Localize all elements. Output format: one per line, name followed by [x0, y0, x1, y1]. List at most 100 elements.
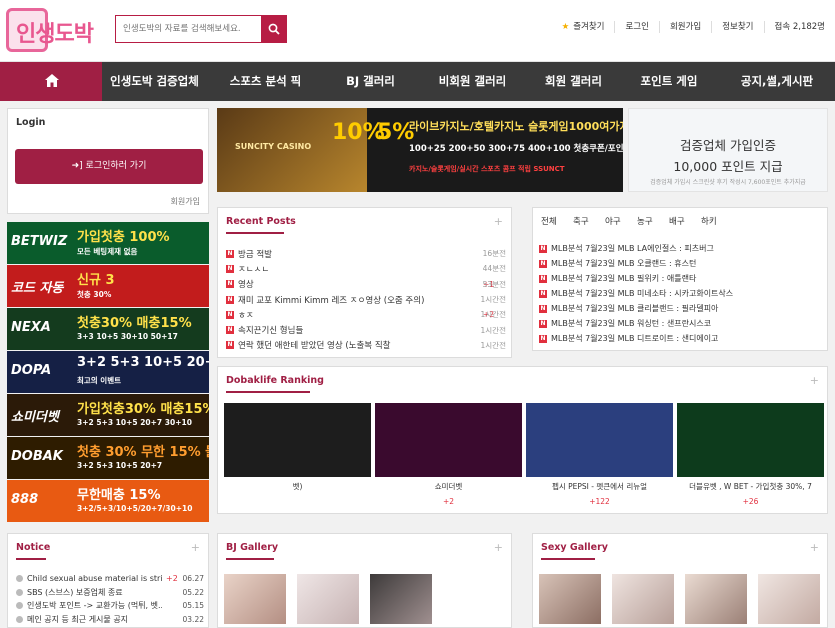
post-title[interactable]: 속지끈기신 형님들: [238, 324, 303, 336]
nav-tab-point-game[interactable]: 포인트 게임: [619, 62, 719, 101]
promo-banner[interactable]: BETWIZ가입첫충 100%모든 베팅제재 없음: [7, 222, 209, 264]
analysis-title[interactable]: MLB분석 7월23일 MLB 필위키 : 애틀랜타: [551, 273, 696, 284]
gallery-thumbnail[interactable]: [685, 574, 747, 624]
sport-tab[interactable]: 야구: [605, 215, 637, 227]
ranking-caption[interactable]: 쇼미더벳: [375, 481, 522, 492]
post-title[interactable]: 재미 교포 Kimmi Kimm 레즈 ㅈㅇ영상 (오줌 주의): [238, 294, 424, 306]
recent-posts-title[interactable]: Recent Posts: [226, 216, 296, 227]
recent-post-item[interactable]: Nㅎㅈ+21시간전: [226, 307, 506, 322]
title-underline: [16, 558, 46, 560]
ranking-thumbnail[interactable]: [224, 403, 371, 477]
ranking-caption[interactable]: 벳): [224, 481, 371, 492]
sport-tab[interactable]: 축구: [573, 215, 605, 227]
recent-post-item[interactable]: N속지끈기신 형님들1시간전: [226, 322, 506, 337]
nav-tab-bj-gallery[interactable]: BJ 갤러리: [324, 62, 417, 101]
verification-promo-banner[interactable]: 검증업체 가입인증 10,000 포인트 지급 검증업체 가입시 스크린샷 후기…: [628, 108, 828, 192]
search-input[interactable]: [116, 16, 262, 42]
more-plus-icon[interactable]: +: [191, 541, 200, 554]
promo-banner[interactable]: 888무한매충 15%3+2/5+3/10+5/20+7/30+10: [7, 480, 209, 522]
ranking-item[interactable]: 쇼미더벳+2: [375, 403, 522, 506]
post-title[interactable]: ㅎㅈ: [238, 309, 254, 321]
ranking-item[interactable]: 더블유벳 , W BET - 가입첫충 30%, 7+26: [677, 403, 824, 506]
nav-tab-notice-board[interactable]: 공지,썰,게시판: [719, 62, 835, 101]
ranking-item[interactable]: 펩시 PEPSI - 펫큰에서 리뉴얼+122: [526, 403, 673, 506]
analysis-title[interactable]: MLB분석 7월23일 MLB 워싱턴 : 샌프란시스코: [551, 318, 711, 329]
sport-tab[interactable]: 배구: [669, 215, 701, 227]
promo-banner[interactable]: NEXA첫충30% 매충15%3+3 10+5 30+10 50+17: [7, 308, 209, 350]
analysis-title[interactable]: MLB분석 7월23일 MLB 오클랜드 : 휴스턴: [551, 258, 696, 269]
sport-tab[interactable]: 하키: [701, 215, 733, 227]
analysis-item[interactable]: NMLB분석 7월23일 MLB LA에인절스 : 피츠버그: [539, 241, 824, 256]
sexy-gallery-title[interactable]: Sexy Gallery: [541, 542, 608, 553]
notice-date: 03.22: [183, 615, 204, 624]
top-casino-banner[interactable]: SUNCITY CASINO 10% 5% 라이브카지노/호텔카지노 슬롯게임1…: [217, 108, 623, 192]
home-button[interactable]: [0, 62, 102, 101]
signup-link[interactable]: 회원가입: [659, 21, 711, 33]
notice-title-text[interactable]: 인생도박 포인트 -> 교환가능 (먹튀, 벳...: [27, 600, 162, 611]
post-title[interactable]: ㅈㄴㅅㄴ: [238, 263, 269, 275]
notice-title[interactable]: Notice: [16, 542, 50, 553]
post-title[interactable]: 방금 적발: [238, 248, 272, 260]
ranking-title[interactable]: Dobaklife Ranking: [226, 375, 324, 386]
notice-title-text[interactable]: 메인 공지 등 최근 게시물 공지: [27, 614, 128, 625]
analysis-item[interactable]: NMLB분석 7월23일 MLB 필위키 : 애틀랜타: [539, 271, 824, 286]
analysis-title[interactable]: MLB분석 7월23일 MLB 클리블랜드 : 필라델피아: [551, 303, 718, 314]
analysis-item[interactable]: NMLB분석 7월23일 MLB 클리블랜드 : 필라델피아: [539, 301, 824, 316]
recent-post-item[interactable]: N방금 적발16분전: [226, 246, 506, 261]
bookmark-link[interactable]: ★즐겨찾기: [552, 21, 615, 33]
more-plus-icon[interactable]: +: [810, 374, 819, 387]
ranking-item[interactable]: 벳): [224, 403, 371, 506]
recent-post-item[interactable]: Nㅈㄴㅅㄴ44분전: [226, 261, 506, 276]
notice-item[interactable]: SBS (스브스) 보증업체 종료05.22: [16, 586, 204, 600]
analysis-item[interactable]: NMLB분석 7월23일 MLB 디트로이트 : 샌디에이고: [539, 331, 824, 346]
ranking-caption[interactable]: 더블유벳 , W BET - 가입첫충 30%, 7: [677, 481, 824, 492]
banner-brand: DOBAK: [11, 449, 63, 464]
gallery-thumbnail[interactable]: [758, 574, 820, 624]
analysis-title[interactable]: MLB분석 7월23일 MLB 미네소타 : 시카고화이트삭스: [551, 288, 733, 299]
ranking-thumbnail[interactable]: [375, 403, 522, 477]
gallery-thumbnail[interactable]: [539, 574, 601, 624]
ranking-caption[interactable]: 펩시 PEPSI - 펫큰에서 리뉴얼: [526, 481, 673, 492]
analysis-item[interactable]: NMLB분석 7월23일 MLB 미네소타 : 시카고화이트삭스: [539, 286, 824, 301]
notice-item[interactable]: Child sexual abuse material is stri+206.…: [16, 572, 204, 586]
sport-tab[interactable]: 전체: [541, 215, 573, 227]
gallery-thumbnail[interactable]: [297, 574, 359, 624]
notice-item[interactable]: 인생도박 포인트 -> 교환가능 (먹튀, 벳...05.15: [16, 599, 204, 613]
promo-banner[interactable]: 코드 자동신규 3첫충 30%: [7, 265, 209, 307]
nav-tab-verified[interactable]: 인생도박 검증업체: [102, 62, 207, 101]
notice-item[interactable]: 메인 공지 등 최근 게시물 공지 03.22: [16, 613, 204, 627]
recent-post-item[interactable]: N영상+153분전: [226, 277, 506, 292]
ranking-thumbnail[interactable]: [526, 403, 673, 477]
more-plus-icon[interactable]: +: [494, 215, 503, 228]
sport-tab[interactable]: 농구: [637, 215, 669, 227]
analysis-title[interactable]: MLB분석 7월23일 MLB LA에인절스 : 피츠버그: [551, 243, 714, 254]
login-button[interactable]: ➜] 로그인하러 가기: [15, 149, 203, 184]
notice-title-text[interactable]: Child sexual abuse material is stri: [27, 574, 162, 583]
analysis-item[interactable]: NMLB분석 7월23일 MLB 오클랜드 : 휴스턴: [539, 256, 824, 271]
login-link[interactable]: 로그인: [614, 21, 658, 33]
find-info-link[interactable]: 정보찾기: [711, 21, 763, 33]
analysis-title[interactable]: MLB분석 7월23일 MLB 디트로이트 : 샌디에이고: [551, 333, 718, 344]
nav-tab-guest-gallery[interactable]: 비회원 갤러리: [417, 62, 528, 101]
promo-banner[interactable]: DOBAK첫충 30% 무한 15% 돌발 20%3+2 5+3 10+5 20…: [7, 437, 209, 479]
more-plus-icon[interactable]: +: [810, 541, 819, 554]
post-title[interactable]: 연락 했던 애한테 받았던 영상 (노출복 직찰: [238, 339, 390, 351]
nav-tab-member-gallery[interactable]: 회원 갤러리: [528, 62, 619, 101]
recent-post-item[interactable]: N연락 했던 애한테 받았던 영상 (노출복 직찰1시간전: [226, 338, 506, 353]
search-button[interactable]: [261, 16, 286, 42]
join-link[interactable]: 회원가입: [171, 196, 200, 207]
gallery-thumbnail[interactable]: [370, 574, 432, 624]
gallery-thumbnail[interactable]: [612, 574, 674, 624]
more-plus-icon[interactable]: +: [494, 541, 503, 554]
promo-banner[interactable]: 쇼미더벳가입첫충30% 매충15%3+2 5+3 10+5 20+7 30+10: [7, 394, 209, 436]
gallery-thumbnail[interactable]: [224, 574, 286, 624]
bj-gallery-title[interactable]: BJ Gallery: [226, 542, 278, 553]
recent-post-item[interactable]: N재미 교포 Kimmi Kimm 레즈 ㅈㅇ영상 (오줌 주의)1시간전: [226, 292, 506, 307]
notice-title-text[interactable]: SBS (스브스) 보증업체 종료: [27, 587, 123, 598]
post-title[interactable]: 영상: [238, 278, 254, 290]
site-logo[interactable]: 인생도박: [6, 6, 102, 56]
ranking-thumbnail[interactable]: [677, 403, 824, 477]
analysis-item[interactable]: NMLB분석 7월23일 MLB 워싱턴 : 샌프란시스코: [539, 316, 824, 331]
nav-tab-sports[interactable]: 스포츠 분석 픽: [207, 62, 324, 101]
promo-banner[interactable]: DOPA3+2 5+3 10+5 20+7최고의 이벤트: [7, 351, 209, 393]
